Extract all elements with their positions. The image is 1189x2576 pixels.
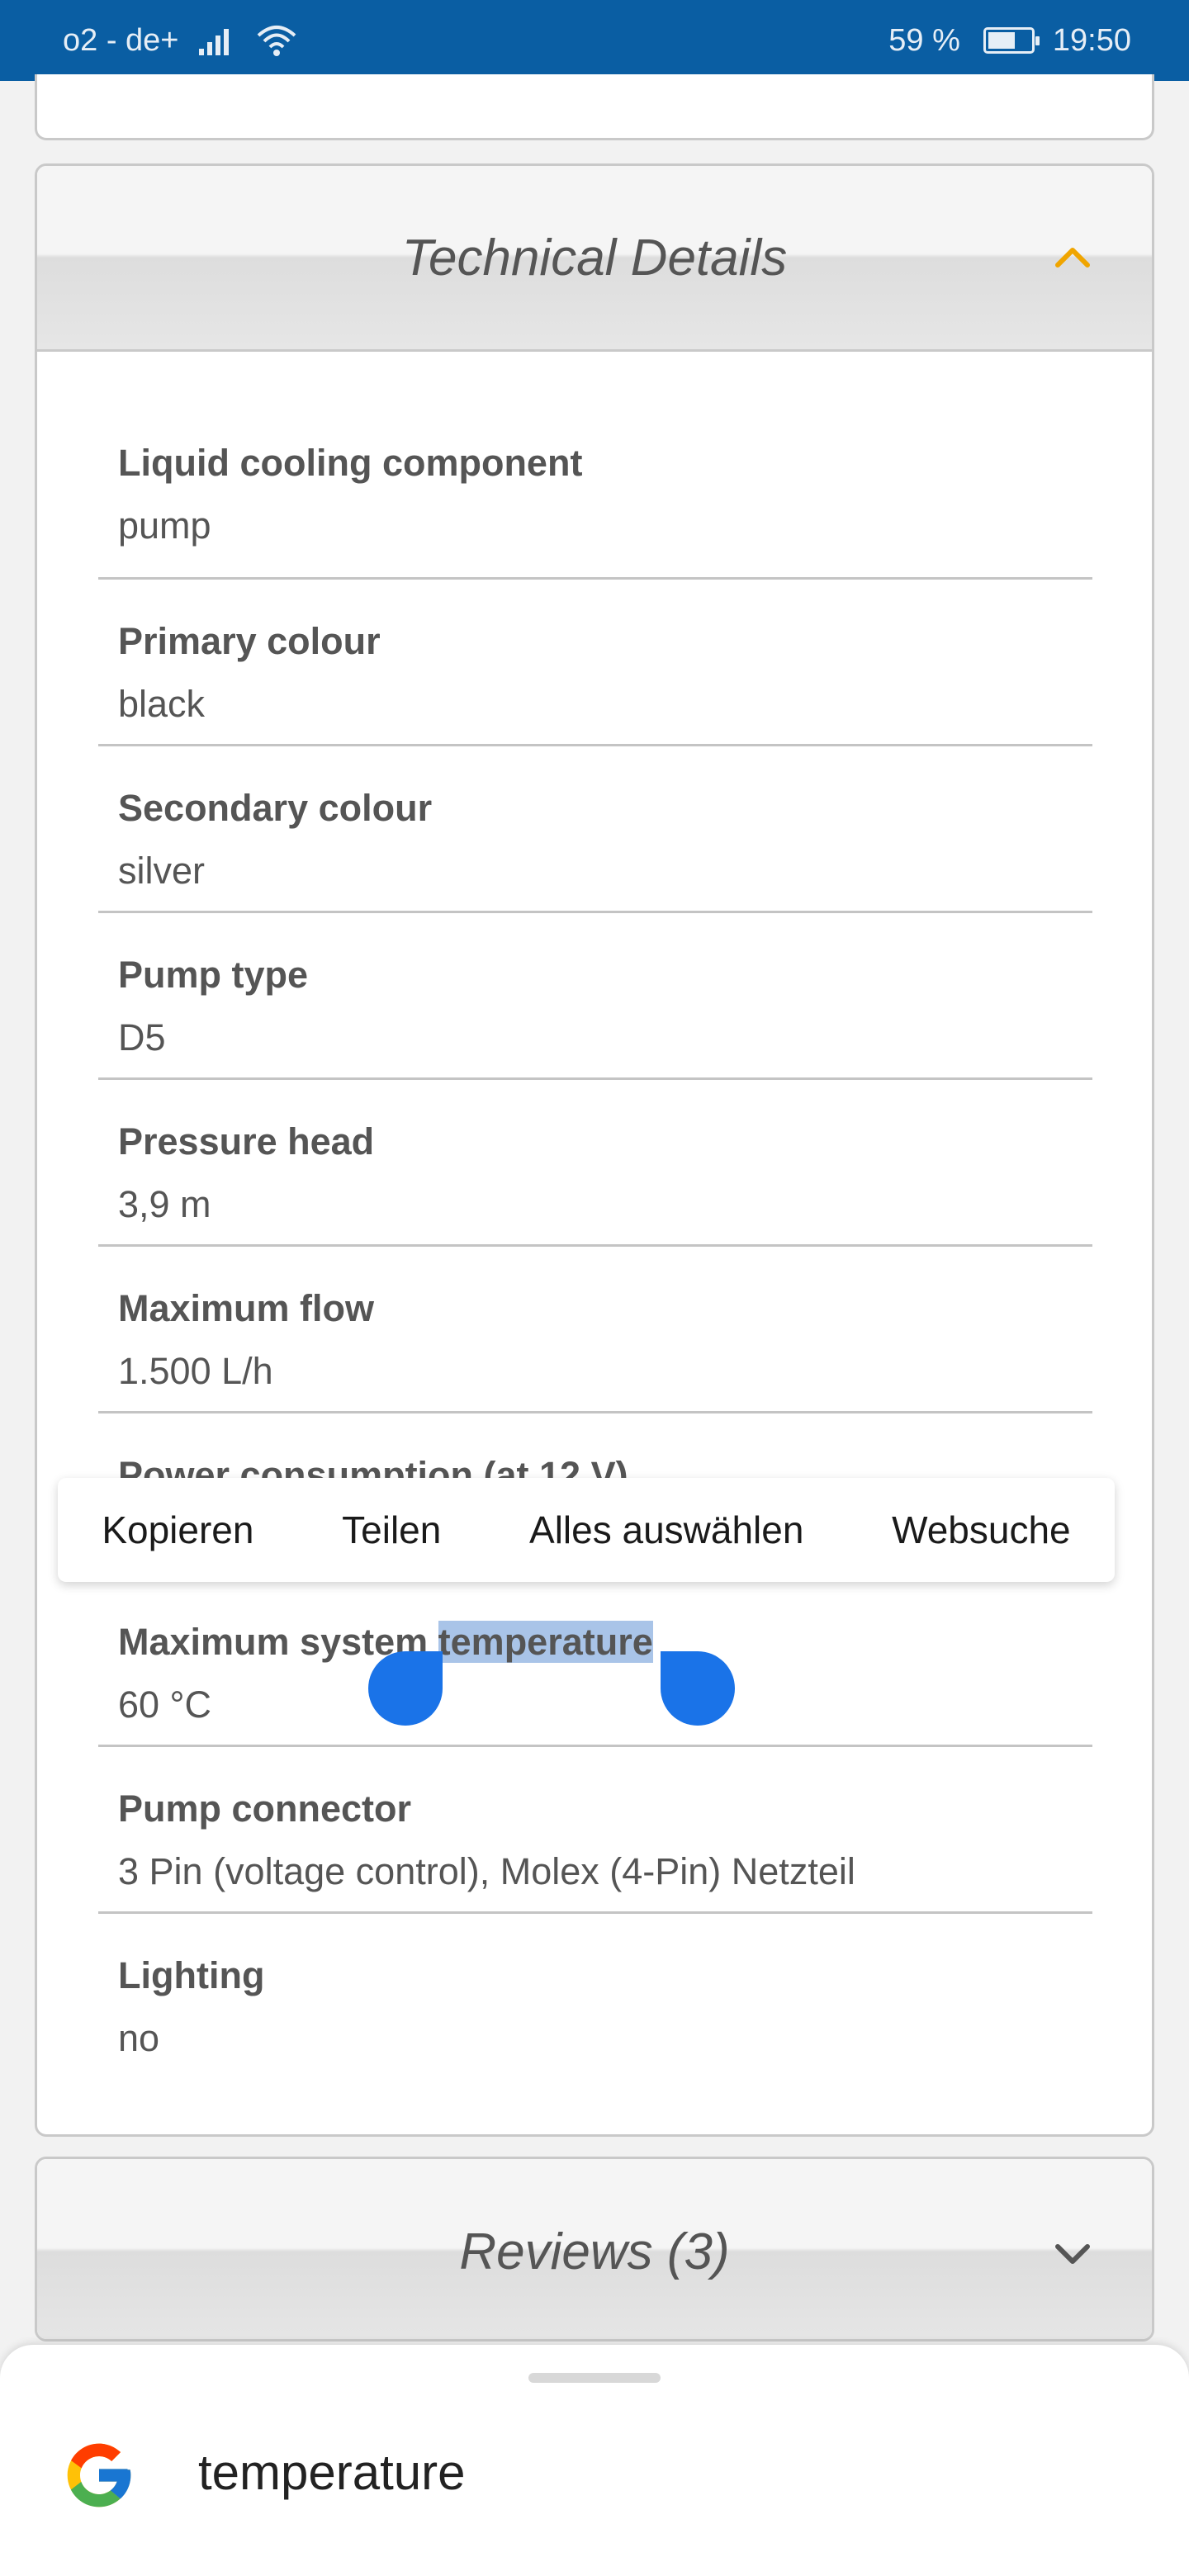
signal-icon xyxy=(198,29,229,55)
chevron-down-icon[interactable] xyxy=(1053,2233,1092,2273)
spec-row: Lighting no xyxy=(98,1914,1092,2081)
spec-label: Liquid cooling component xyxy=(118,442,583,484)
spec-value: D5 xyxy=(118,1016,166,1058)
wifi-icon xyxy=(257,26,296,56)
web-search-button[interactable]: Websuche xyxy=(875,1508,1087,1552)
spec-value: 3,9 m xyxy=(118,1183,211,1225)
spec-row: Maximum system temperature 60 °C xyxy=(98,1580,1092,1747)
spec-row: Pump connector 3 Pin (voltage control), … xyxy=(98,1747,1092,1914)
spec-value: pump xyxy=(118,504,211,547)
spec-label: Pressure head xyxy=(118,1120,375,1163)
google-logo-icon[interactable] xyxy=(61,2437,137,2513)
spec-label: Maximum system temperature xyxy=(118,1621,653,1663)
search-query[interactable]: temperature xyxy=(198,2444,466,2501)
selection-handle-end[interactable] xyxy=(661,1651,735,1726)
selection-handle-start[interactable] xyxy=(368,1651,443,1726)
previous-card-bottom xyxy=(35,74,1154,140)
reviews-card: Reviews (3) xyxy=(35,2157,1154,2342)
copy-button[interactable]: Kopieren xyxy=(85,1508,270,1552)
chevron-up-icon[interactable] xyxy=(1053,237,1092,277)
carrier-label: o2 - de+ xyxy=(63,22,179,58)
spec-label: Primary colour xyxy=(118,620,381,662)
spec-label: Lighting xyxy=(118,1954,265,1996)
spec-row: Pressure head 3,9 m xyxy=(98,1080,1092,1247)
spec-row: Liquid cooling component pump xyxy=(98,352,1092,580)
text-selection-menu: Kopieren Teilen Alles auswählen Websuche xyxy=(58,1478,1115,1582)
clock: 19:50 xyxy=(1052,22,1131,58)
spec-value: silver xyxy=(118,850,206,892)
spec-label: Pump type xyxy=(118,954,309,996)
spec-label: Secondary colour xyxy=(118,787,433,829)
spec-label: Maximum flow xyxy=(118,1287,375,1329)
status-bar: o2 - de+ 59 % 19:50 xyxy=(0,0,1189,81)
spec-row: Pump type D5 xyxy=(98,913,1092,1080)
spec-value: 1.500 L/h xyxy=(118,1350,273,1392)
search-bottom-sheet: temperature xyxy=(0,2345,1189,2576)
selected-text[interactable]: temperature xyxy=(438,1621,653,1663)
share-button[interactable]: Teilen xyxy=(325,1508,457,1552)
select-all-button[interactable]: Alles auswählen xyxy=(513,1508,820,1552)
technical-details-card: Technical Details Liquid cooling compone… xyxy=(35,163,1154,2137)
spec-row: Secondary colour silver xyxy=(98,746,1092,913)
drag-handle[interactable] xyxy=(528,2373,661,2383)
spec-row: Primary colour black xyxy=(98,580,1092,746)
spec-value: 3 Pin (voltage control), Molex (4-Pin) N… xyxy=(118,1850,855,1892)
reviews-header[interactable]: Reviews (3) xyxy=(37,2159,1152,2339)
spec-value: 60 °C xyxy=(118,1683,212,1726)
spec-list: Liquid cooling component pump Primary co… xyxy=(37,352,1152,2081)
battery-percent: 59 % xyxy=(888,22,960,58)
spec-value: no xyxy=(118,2017,160,2059)
technical-details-header[interactable]: Technical Details xyxy=(37,166,1152,352)
reviews-title: Reviews (3) xyxy=(459,2223,730,2280)
technical-details-title: Technical Details xyxy=(401,229,788,286)
spec-label: Pump connector xyxy=(118,1788,412,1830)
spec-value: black xyxy=(118,683,206,725)
battery-icon xyxy=(983,27,1040,54)
spec-row: Maximum flow 1.500 L/h xyxy=(98,1247,1092,1413)
